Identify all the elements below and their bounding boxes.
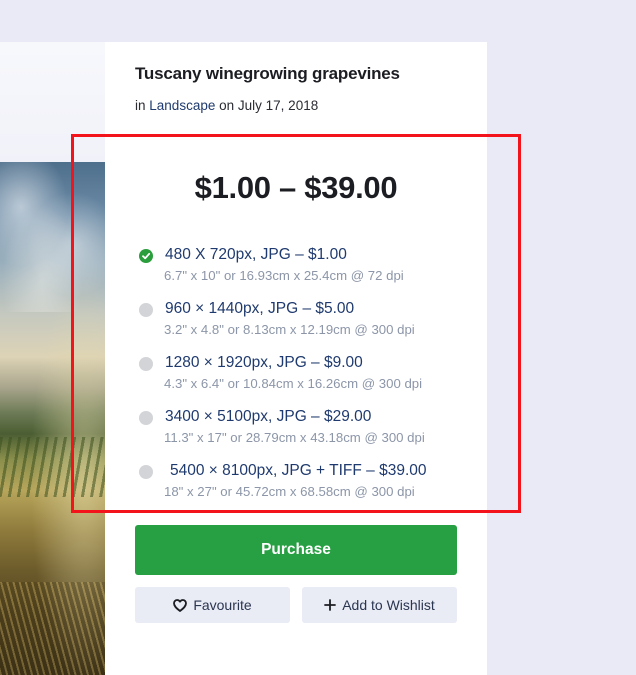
- radio-unchecked-icon[interactable]: [139, 357, 153, 371]
- size-option-1[interactable]: 480 X 720px, JPG – $1.00 6.7" x 10" or 1…: [139, 246, 459, 286]
- photo-sky-clouds: [0, 162, 105, 312]
- photo-foreground-grass: [0, 582, 105, 675]
- option-label: 3400 × 5100px, JPG – $29.00: [165, 408, 372, 425]
- product-title: Tuscany winegrowing grapevines: [135, 64, 400, 83]
- radio-unchecked-icon[interactable]: [139, 411, 153, 425]
- purchase-button[interactable]: Purchase: [135, 525, 457, 575]
- option-label: 5400 × 8100px, JPG + TIFF – $39.00: [170, 462, 427, 479]
- category-link[interactable]: Landscape: [149, 98, 215, 113]
- favourite-label: Favourite: [193, 597, 252, 613]
- option-label: 480 X 720px, JPG – $1.00: [165, 246, 347, 263]
- option-detail: 4.3" x 6.4" or 10.84cm x 16.26cm @ 300 d…: [164, 376, 423, 391]
- publish-date: July 17, 2018: [237, 98, 319, 113]
- option-detail: 11.3" x 17" or 28.79cm x 43.18cm @ 300 d…: [164, 430, 425, 445]
- plus-icon: [324, 599, 337, 611]
- photo-top-area: [0, 42, 105, 162]
- product-photo: [0, 42, 105, 675]
- option-detail: 18" x 27" or 45.72cm x 68.58cm @ 300 dpi: [164, 484, 415, 499]
- size-option-2[interactable]: 960 × 1440px, JPG – $5.00 3.2" x 4.8" or…: [139, 300, 459, 340]
- photo-vine-rows: [0, 437, 105, 497]
- option-detail: 3.2" x 4.8" or 8.13cm x 12.19cm @ 300 dp…: [164, 322, 415, 337]
- option-detail: 6.7" x 10" or 16.93cm x 25.4cm @ 72 dpi: [164, 268, 404, 283]
- favourite-button[interactable]: Favourite: [135, 587, 290, 623]
- radio-unchecked-icon[interactable]: [139, 303, 153, 317]
- size-option-5[interactable]: 5400 × 8100px, JPG + TIFF – $39.00 18" x…: [139, 462, 459, 502]
- radio-checked-icon[interactable]: [139, 249, 153, 263]
- size-option-3[interactable]: 1280 × 1920px, JPG – $9.00 4.3" x 6.4" o…: [139, 354, 459, 394]
- wishlist-label: Add to Wishlist: [342, 597, 435, 613]
- add-to-wishlist-button[interactable]: Add to Wishlist: [302, 587, 457, 623]
- meta-prefix: in: [135, 98, 146, 113]
- price-range: $1.00 – $39.00: [194, 170, 398, 205]
- heart-icon: [173, 598, 188, 612]
- option-label: 960 × 1440px, JPG – $5.00: [165, 300, 355, 317]
- size-option-4[interactable]: 3400 × 5100px, JPG – $29.00 11.3" x 17" …: [139, 408, 459, 448]
- product-meta: in Landscape on July 17, 2018: [135, 98, 318, 113]
- meta-mid: on: [219, 98, 235, 113]
- purchase-panel: Tuscany winegrowing grapevines in Landsc…: [105, 42, 487, 675]
- radio-unchecked-icon[interactable]: [139, 465, 153, 479]
- option-label: 1280 × 1920px, JPG – $9.00: [165, 354, 363, 371]
